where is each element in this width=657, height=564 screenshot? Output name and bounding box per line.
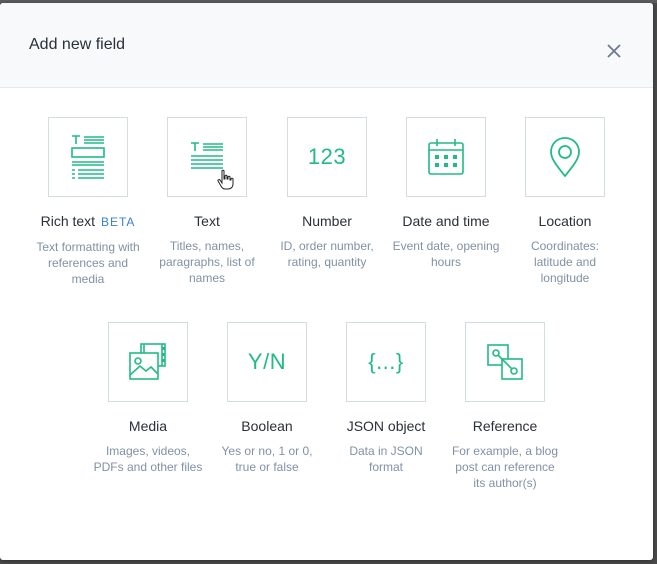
field-description: Data in JSON format [349, 444, 423, 474]
rich-text-icon [71, 135, 105, 179]
reference-icon [487, 344, 523, 380]
field-type-number[interactable]: 123 Number ID, order number, rating, qua… [272, 117, 382, 270]
field-label: Rich text [40, 213, 96, 229]
close-button[interactable] [600, 37, 628, 65]
number-icon: 123 [307, 144, 347, 169]
dialog-header: Add new field [0, 3, 653, 88]
field-label: Location [538, 213, 592, 229]
text-tile[interactable] [167, 117, 247, 197]
field-description: Images, videos, PDFs and other files [93, 444, 203, 474]
field-label: JSON object [346, 418, 426, 434]
dialog-title: Add new field [29, 36, 126, 53]
calendar-icon [428, 139, 464, 175]
reference-tile[interactable] [465, 322, 545, 402]
field-description: Titles, names, paragraphs, list of names [159, 239, 255, 285]
field-type-media[interactable]: Media Images, videos, PDFs and other fil… [93, 322, 203, 475]
number-tile[interactable]: 123 [287, 117, 367, 197]
field-type-text[interactable]: Text Titles, names, paragraphs, list of … [152, 117, 262, 286]
field-label: Number [302, 213, 352, 229]
field-description: Coordinates: latitude and longitude [530, 239, 600, 285]
close-icon [607, 44, 621, 58]
beta-badge: BETA [100, 215, 136, 229]
rich-text-tile[interactable] [48, 117, 128, 197]
field-type-json[interactable]: {...} JSON object Data in JSON format [331, 322, 441, 475]
field-description: Event date, opening hours [392, 239, 500, 269]
location-tile[interactable] [525, 117, 605, 197]
field-type-boolean[interactable]: Y/N Boolean Yes or no, 1 or 0, true or f… [212, 322, 322, 475]
boolean-tile[interactable]: Y/N [227, 322, 307, 402]
field-description: Yes or no, 1 or 0, true or false [221, 444, 313, 474]
field-label: Text [194, 213, 220, 229]
json-tile[interactable]: {...} [346, 322, 426, 402]
field-description: For example, a blog post can reference i… [451, 444, 559, 490]
media-icon [129, 343, 166, 380]
media-tile[interactable] [108, 322, 188, 402]
json-icon: {...} [368, 349, 404, 374]
field-description: Text formatting with references and medi… [36, 240, 140, 286]
hand-cursor-icon [217, 169, 234, 190]
field-type-date-time[interactable]: Date and time Event date, opening hours [391, 117, 501, 270]
field-type-reference[interactable]: Reference For example, a blog post can r… [450, 322, 560, 491]
field-label: Boolean [241, 418, 293, 434]
field-description: ID, order number, rating, quantity [280, 239, 374, 269]
add-field-dialog: Add new field Rich text BETA Text format… [0, 3, 653, 560]
location-pin-icon [550, 137, 580, 178]
boolean-icon: Y/N [247, 349, 287, 374]
field-label: Media [128, 418, 168, 434]
field-label: Reference [472, 418, 538, 434]
field-type-rich-text[interactable]: Rich text BETA Text formatting with refe… [33, 117, 143, 287]
date-time-tile[interactable] [406, 117, 486, 197]
field-type-location[interactable]: Location Coordinates: latitude and longi… [510, 117, 620, 286]
field-label: Date and time [402, 213, 490, 229]
